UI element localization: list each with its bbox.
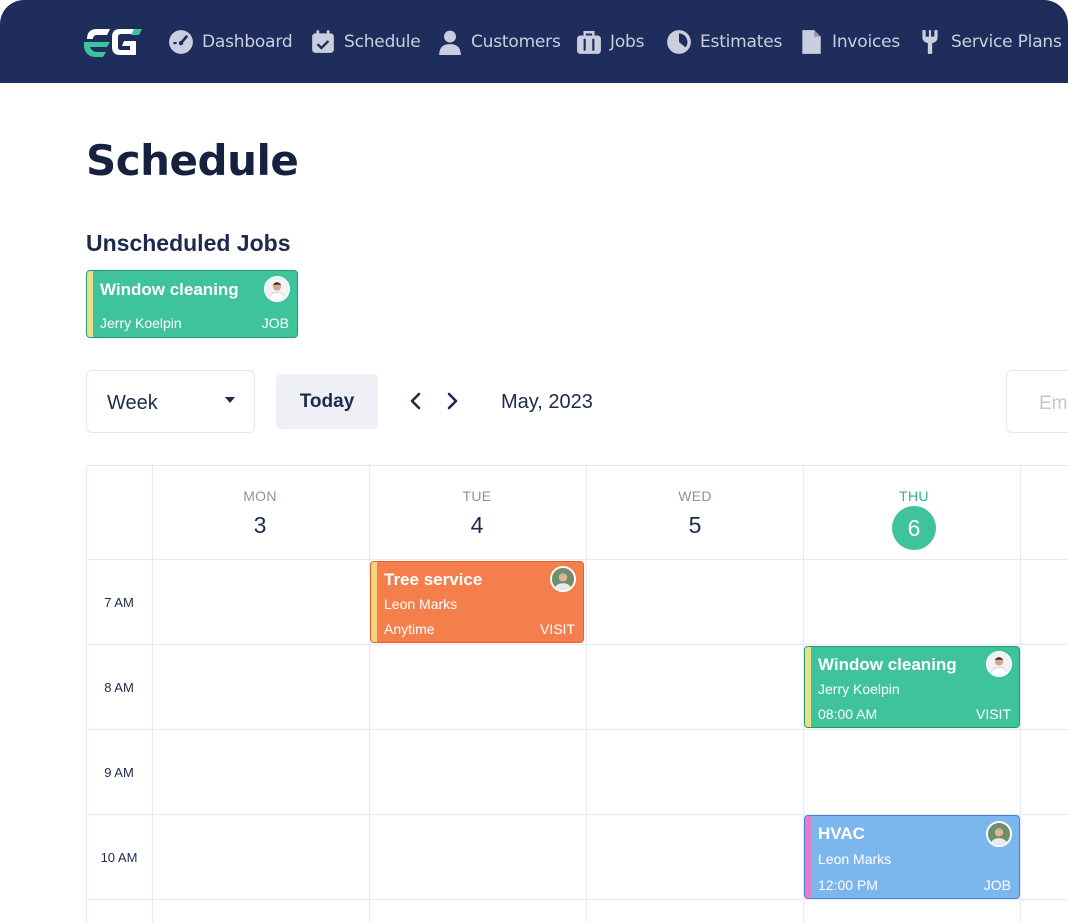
card-person: Jerry Koelpin <box>818 681 900 697</box>
card-title: Window cleaning <box>100 280 239 299</box>
nav-label: Invoices <box>832 32 901 52</box>
avatar <box>550 566 576 592</box>
nav-label: Jobs <box>610 32 645 52</box>
wrench-icon <box>922 30 938 54</box>
gauge-icon <box>169 30 193 54</box>
card-stripe <box>87 271 93 337</box>
card-person: Leon Marks <box>818 851 892 867</box>
logo-icon[interactable] <box>84 25 142 57</box>
nav-jobs[interactable]: Jobs <box>576 27 644 57</box>
avatar <box>264 276 290 302</box>
day-name-tue: TUE <box>462 488 492 504</box>
briefcase-icon <box>577 31 601 54</box>
card-title: Window cleaning <box>818 655 957 674</box>
day-name-wed: WED <box>678 488 712 504</box>
day-number-tue[interactable]: 4 <box>369 512 585 539</box>
card-type: VISIT <box>539 621 575 637</box>
view-select-value: Week <box>107 392 158 414</box>
day-number-wed[interactable]: 5 <box>587 512 803 539</box>
card-stripe <box>805 816 811 898</box>
nav-invoices[interactable]: Invoices <box>798 27 900 57</box>
caret-down-icon <box>225 397 235 403</box>
time-label: 10 AM <box>100 850 138 865</box>
month-label: May, 2023 <box>501 391 593 413</box>
nav-estimates[interactable]: Estimates <box>666 27 782 57</box>
day-number-mon[interactable]: 3 <box>152 512 368 539</box>
chevron-left-icon[interactable] <box>404 389 428 413</box>
avatar <box>986 651 1012 677</box>
event-card[interactable]: HVAC Leon Marks 12:00 PM JOB <box>804 815 1020 899</box>
grid-line <box>1020 466 1021 922</box>
day-name-thu: THU <box>899 488 929 504</box>
event-card[interactable]: Tree service Leon Marks Anytime VISIT <box>370 561 584 643</box>
day-name-mon: MON <box>243 488 277 504</box>
pie-chart-icon <box>667 30 691 54</box>
event-card[interactable]: Window cleaning Jerry Koelpin 08:00 AM V… <box>804 646 1020 728</box>
unscheduled-jobs-title: Unscheduled Jobs <box>86 230 291 256</box>
card-time: 12:00 PM <box>818 877 878 893</box>
nav-customers[interactable]: Customers <box>437 27 561 57</box>
card-type: JOB <box>261 315 289 331</box>
nav-schedule[interactable]: Schedule <box>310 27 421 57</box>
view-select[interactable]: Week <box>86 370 255 433</box>
grid-line <box>87 644 1068 645</box>
card-time: 08:00 AM <box>818 706 878 722</box>
time-label: 9 AM <box>104 765 134 780</box>
day-number-thu-today[interactable]: 6 <box>892 506 936 550</box>
today-button[interactable]: Today <box>276 374 378 429</box>
search-placeholder: Em <box>1039 393 1068 414</box>
card-time: Anytime <box>384 621 435 637</box>
top-nav: Dashboard Schedule Customers Jobs Estima… <box>0 0 1068 83</box>
card-type: JOB <box>983 877 1011 893</box>
nav-label: Customers <box>471 32 561 52</box>
nav-label: Dashboard <box>202 32 293 52</box>
nav-label: Estimates <box>700 32 783 52</box>
calendar-check-icon <box>312 30 334 53</box>
document-icon <box>802 30 821 54</box>
card-person: Leon Marks <box>384 596 458 612</box>
avatar <box>986 821 1012 847</box>
search-input[interactable]: Em <box>1006 370 1068 433</box>
card-title: Tree service <box>384 570 483 589</box>
nav-label: Service Plans <box>951 32 1062 52</box>
grid-line <box>87 899 1068 900</box>
card-type: VISIT <box>975 706 1011 722</box>
card-stripe <box>371 562 377 642</box>
chevron-right-icon[interactable] <box>440 389 464 413</box>
page-title: Schedule <box>86 136 299 185</box>
card-title: HVAC <box>818 824 865 843</box>
user-icon <box>439 30 461 55</box>
grid-line <box>87 729 1068 730</box>
unscheduled-job-card[interactable]: Window cleaning Jerry Koelpin JOB <box>86 270 298 338</box>
nav-label: Schedule <box>344 32 421 52</box>
card-stripe <box>805 647 811 727</box>
nav-service-plans[interactable]: Service Plans <box>917 27 1062 57</box>
card-person: Jerry Koelpin <box>100 315 182 331</box>
time-label: 7 AM <box>104 595 134 610</box>
grid-line <box>87 559 1068 560</box>
nav-dashboard[interactable]: Dashboard <box>168 27 293 57</box>
time-label: 8 AM <box>104 680 134 695</box>
